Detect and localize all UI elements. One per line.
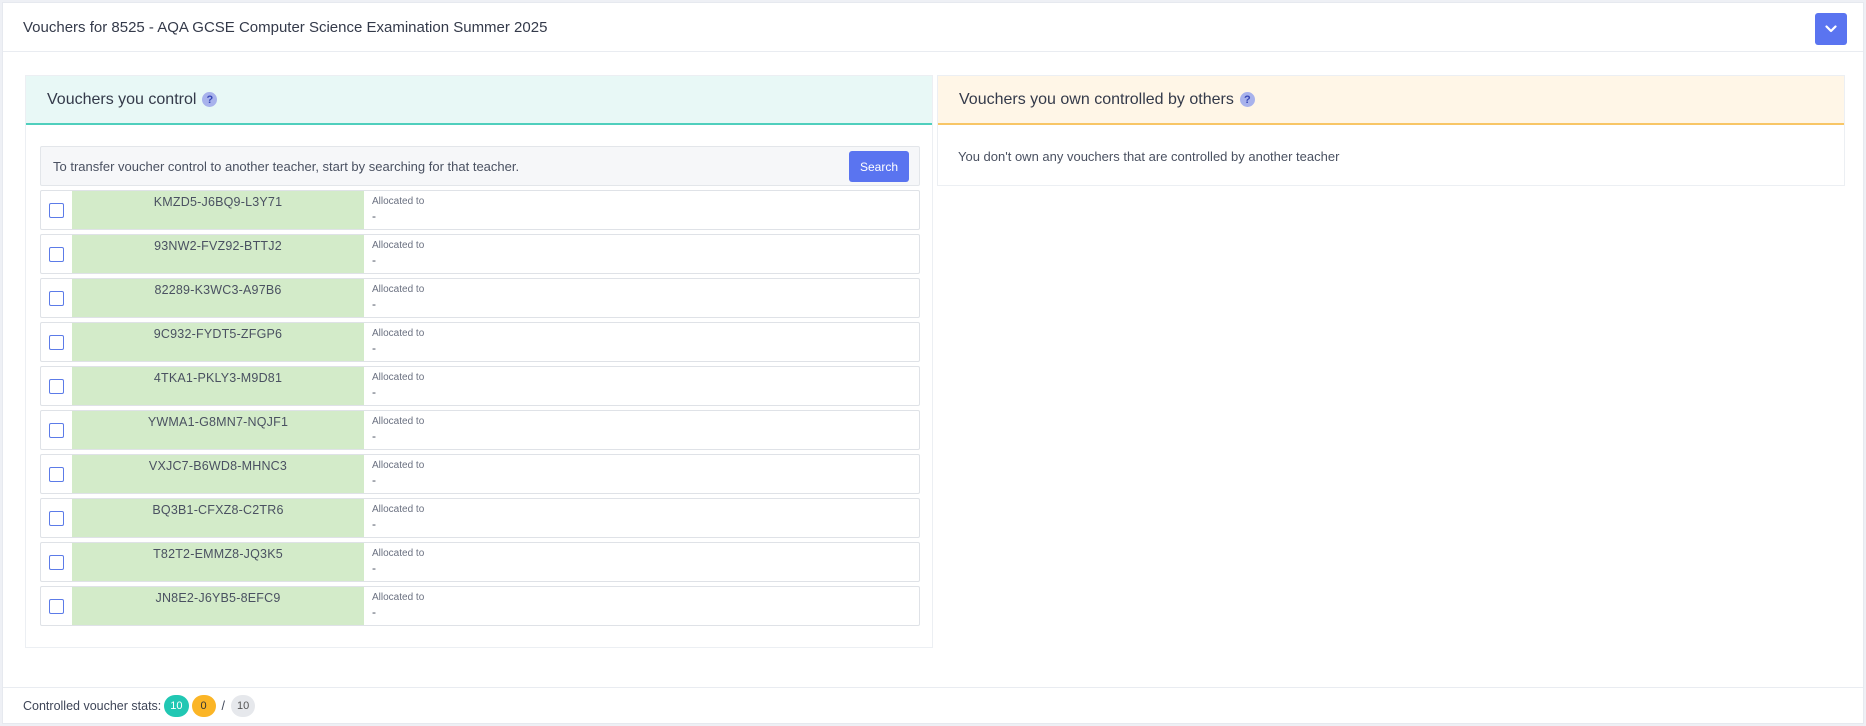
checkbox-cell <box>41 587 72 625</box>
search-button[interactable]: Search <box>849 151 909 182</box>
allocation-cell: Allocated to - <box>364 367 919 405</box>
vouchers-card: Vouchers for 8525 - AQA GCSE Computer Sc… <box>2 2 1864 724</box>
voucher-checkbox[interactable] <box>49 202 64 218</box>
checkbox-cell <box>41 367 72 405</box>
allocated-label: Allocated to <box>372 372 425 383</box>
allocation-cell: Allocated to - <box>364 455 919 493</box>
allocated-value: - <box>372 473 376 487</box>
voucher-code: JN8E2-J6YB5-8EFC9 <box>72 587 364 625</box>
allocated-value: - <box>372 209 376 223</box>
allocation-cell: Allocated to - <box>364 411 919 449</box>
checkbox-cell <box>41 411 72 449</box>
voucher-row: 93NW2-FVZ92-BTTJ2 Allocated to - <box>40 234 920 274</box>
transfer-bar: To transfer voucher control to another t… <box>40 146 920 186</box>
allocation-cell: Allocated to - <box>364 235 919 273</box>
voucher-list: KMZD5-J6BQ9-L3Y71 Allocated to -93NW2-FVZ9… <box>40 190 920 630</box>
voucher-row: VXJC7-B6WD8-MHNC3 Allocated to - <box>40 454 920 494</box>
vouchers-controlled-by-others-panel: Vouchers you own controlled by others ? … <box>937 75 1845 186</box>
help-icon[interactable]: ? <box>1239 92 1255 107</box>
allocation-cell: Allocated to - <box>364 587 919 625</box>
allocated-label: Allocated to <box>372 548 425 559</box>
allocated-label: Allocated to <box>372 460 425 471</box>
allocation-cell: Allocated to - <box>364 499 919 537</box>
voucher-code: VXJC7-B6WD8-MHNC3 <box>72 455 364 493</box>
allocation-cell: Allocated to - <box>364 323 919 361</box>
voucher-code: 9C932-FYDT5-ZFGP6 <box>72 323 364 361</box>
allocated-value: - <box>372 517 376 531</box>
stats-separator: / <box>221 699 225 713</box>
stat-badge-controlled: 10 <box>164 695 189 717</box>
panel-title: Vouchers you own controlled by others <box>959 90 1234 108</box>
allocation-cell: Allocated to - <box>364 191 919 229</box>
voucher-code: KMZD5-J6BQ9-L3Y71 <box>72 191 364 229</box>
collapse-button[interactable] <box>1815 13 1847 45</box>
checkbox-cell <box>41 279 72 317</box>
allocated-value: - <box>372 385 376 399</box>
voucher-row: 9C932-FYDT5-ZFGP6 Allocated to - <box>40 322 920 362</box>
empty-message: You don't own any vouchers that are cont… <box>958 149 1340 164</box>
voucher-row: 82289-K3WC3-A97B6 Allocated to - <box>40 278 920 318</box>
voucher-code: T82T2-EMMZ8-JQ3K5 <box>72 543 364 581</box>
allocated-value: - <box>372 341 376 355</box>
allocation-cell: Allocated to - <box>364 543 919 581</box>
voucher-checkbox[interactable] <box>49 290 64 306</box>
voucher-code: 93NW2-FVZ92-BTTJ2 <box>72 235 364 273</box>
voucher-checkbox[interactable] <box>49 510 64 526</box>
stat-badge-allocated: 0 <box>191 695 216 717</box>
voucher-row: JN8E2-J6YB5-8EFC9 Allocated to - <box>40 586 920 626</box>
stats-label: Controlled voucher stats: <box>23 699 162 713</box>
allocated-value: - <box>372 297 376 311</box>
allocated-value: - <box>372 253 376 267</box>
voucher-checkbox[interactable] <box>49 554 64 570</box>
allocated-label: Allocated to <box>372 284 425 295</box>
voucher-code: 82289-K3WC3-A97B6 <box>72 279 364 317</box>
page-title: Vouchers for 8525 - AQA GCSE Computer Sc… <box>23 18 548 36</box>
card-footer: Controlled voucher stats: 10 0 / 10 <box>3 687 1863 724</box>
allocated-value: - <box>372 561 376 575</box>
voucher-row: YWMA1-G8MN7-NQJF1 Allocated to - <box>40 410 920 450</box>
panel-title: Vouchers you control <box>47 90 197 108</box>
voucher-code: YWMA1-G8MN7-NQJF1 <box>72 411 364 449</box>
chevron-down-icon <box>1825 25 1837 33</box>
panel-heading: Vouchers you own controlled by others ? <box>938 76 1844 125</box>
allocated-value: - <box>372 605 376 619</box>
transfer-instructions: To transfer voucher control to another t… <box>53 158 520 174</box>
voucher-checkbox[interactable] <box>49 598 64 614</box>
checkbox-cell <box>41 323 72 361</box>
allocated-label: Allocated to <box>372 416 425 427</box>
allocated-label: Allocated to <box>372 196 425 207</box>
allocated-label: Allocated to <box>372 240 425 251</box>
checkbox-cell <box>41 235 72 273</box>
allocated-label: Allocated to <box>372 504 425 515</box>
allocation-cell: Allocated to - <box>364 279 919 317</box>
voucher-checkbox[interactable] <box>49 466 64 482</box>
voucher-code: BQ3B1-CFXZ8-C2TR6 <box>72 499 364 537</box>
card-header: Vouchers for 8525 - AQA GCSE Computer Sc… <box>3 3 1863 52</box>
voucher-row: T82T2-EMMZ8-JQ3K5 Allocated to - <box>40 542 920 582</box>
voucher-checkbox[interactable] <box>49 246 64 262</box>
stat-badge-total: 10 <box>231 695 256 717</box>
vouchers-you-control-panel: Vouchers you control ? To transfer vouch… <box>25 75 933 648</box>
checkbox-cell <box>41 543 72 581</box>
allocated-value: - <box>372 429 376 443</box>
voucher-row: KMZD5-J6BQ9-L3Y71 Allocated to - <box>40 190 920 230</box>
allocated-label: Allocated to <box>372 328 425 339</box>
checkbox-cell <box>41 455 72 493</box>
checkbox-cell <box>41 191 72 229</box>
voucher-code: 4TKA1-PKLY3-M9D81 <box>72 367 364 405</box>
voucher-checkbox[interactable] <box>49 334 64 350</box>
voucher-checkbox[interactable] <box>49 378 64 394</box>
voucher-checkbox[interactable] <box>49 422 64 438</box>
voucher-row: 4TKA1-PKLY3-M9D81 Allocated to - <box>40 366 920 406</box>
panel-heading: Vouchers you control ? <box>26 76 932 125</box>
help-icon[interactable]: ? <box>202 92 218 107</box>
voucher-row: BQ3B1-CFXZ8-C2TR6 Allocated to - <box>40 498 920 538</box>
checkbox-cell <box>41 499 72 537</box>
allocated-label: Allocated to <box>372 592 425 603</box>
